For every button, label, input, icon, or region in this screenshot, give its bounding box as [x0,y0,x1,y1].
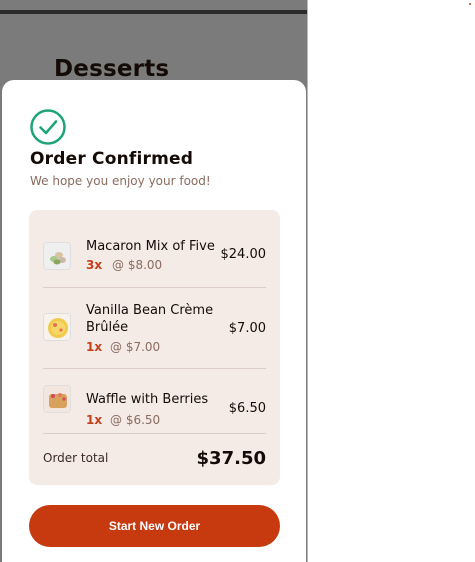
item-line-total: $24.00 [220,247,267,262]
start-new-order-button[interactable]: Start New Order [29,505,280,547]
item-quantity: 3x [86,258,103,272]
order-total-value: $37.50 [196,448,266,469]
item-name-line2: Brûlée [86,320,129,335]
screen: Desserts Order Confirmed We hope you enj… [0,0,475,562]
order-summary-card: Macaron Mix of Five 3x @ $8.00 $24.00 Va… [29,210,280,485]
item-quantity: 1x [86,340,103,354]
corner-dot [469,3,471,5]
item-name: Macaron Mix of Five [86,239,215,254]
item-unit-price: @ $7.00 [110,340,161,354]
item-line-total: $6.50 [228,401,266,416]
item-name-line1: Vanilla Bean Crème [86,303,214,318]
frame-edge [307,0,308,562]
modal-title: Order Confirmed [30,149,194,169]
background-top-bar [0,10,308,14]
background-page-title: Desserts [54,56,170,82]
item-unit-price: @ $6.50 [110,413,161,427]
macaron-thumbnail [43,242,71,270]
order-item: Waffle with Berries 1x @ $6.50 $6.50 [29,369,280,433]
waffle-thumbnail [43,385,71,413]
item-unit-price: @ $8.00 [112,258,163,272]
item-name: Waffle with Berries [86,392,209,407]
item-divider [43,433,266,434]
item-name: Vanilla Bean Crème Brûlée [86,302,213,336]
creme-brulee-thumbnail [43,313,71,341]
order-total-label: Order total [43,451,109,465]
order-item: Vanilla Bean Crème Brûlée 1x @ $7.00 $7.… [29,288,280,368]
item-quantity: 1x [86,413,103,427]
item-line-total: $7.00 [228,321,266,336]
check-circle-icon [29,108,67,146]
order-item: Macaron Mix of Five 3x @ $8.00 $24.00 [29,210,280,287]
modal-subtitle: We hope you enjoy your food! [30,174,211,188]
app-frame: Desserts Order Confirmed We hope you enj… [0,0,308,562]
